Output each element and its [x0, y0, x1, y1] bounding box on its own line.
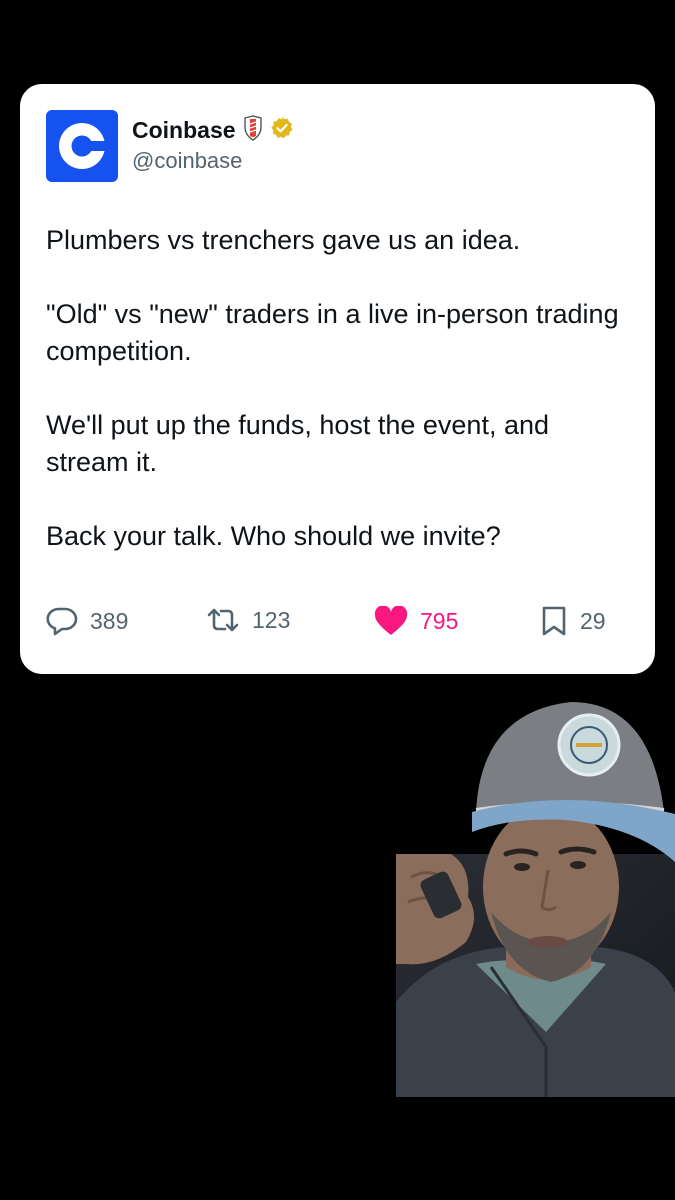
- tweet-paragraph: We'll put up the funds, host the event, …: [46, 410, 549, 477]
- author-name[interactable]: Coinbase: [132, 117, 236, 144]
- repost-count: 123: [252, 606, 291, 633]
- like-button[interactable]: 795: [374, 606, 458, 636]
- author-handle[interactable]: @coinbase: [132, 148, 242, 174]
- bookmark-button[interactable]: 29: [540, 606, 606, 636]
- repost-icon: [206, 606, 240, 634]
- bookmark-icon: [540, 606, 568, 636]
- tweet-card: Coinbase @coinbase Plumbers vs trenchers…: [20, 84, 655, 674]
- creator-video-overlay: [396, 702, 675, 1097]
- repost-button[interactable]: 123: [206, 606, 290, 634]
- person-in-cap-image: [396, 702, 675, 1097]
- heart-icon: [374, 606, 408, 636]
- like-count: 795: [420, 607, 459, 634]
- bookmark-count: 29: [580, 607, 606, 634]
- author-name-row: Coinbase: [132, 115, 294, 146]
- tweet-paragraph: "Old" vs "new" traders in a live in-pers…: [46, 299, 619, 366]
- tweet-paragraph: Plumbers vs trenchers gave us an idea.: [46, 225, 521, 255]
- tweet-text: Plumbers vs trenchers gave us an idea. "…: [46, 222, 626, 555]
- reply-count: 389: [90, 607, 129, 634]
- coinbase-avatar[interactable]: [46, 110, 118, 182]
- verified-badge-icon: [270, 116, 294, 145]
- reply-icon: [46, 606, 78, 636]
- coinbase-logo-icon: [59, 123, 107, 169]
- shield-badge-icon: [243, 115, 263, 146]
- reply-button[interactable]: 389: [46, 606, 128, 636]
- tweet-paragraph: Back your talk. Who should we invite?: [46, 521, 501, 551]
